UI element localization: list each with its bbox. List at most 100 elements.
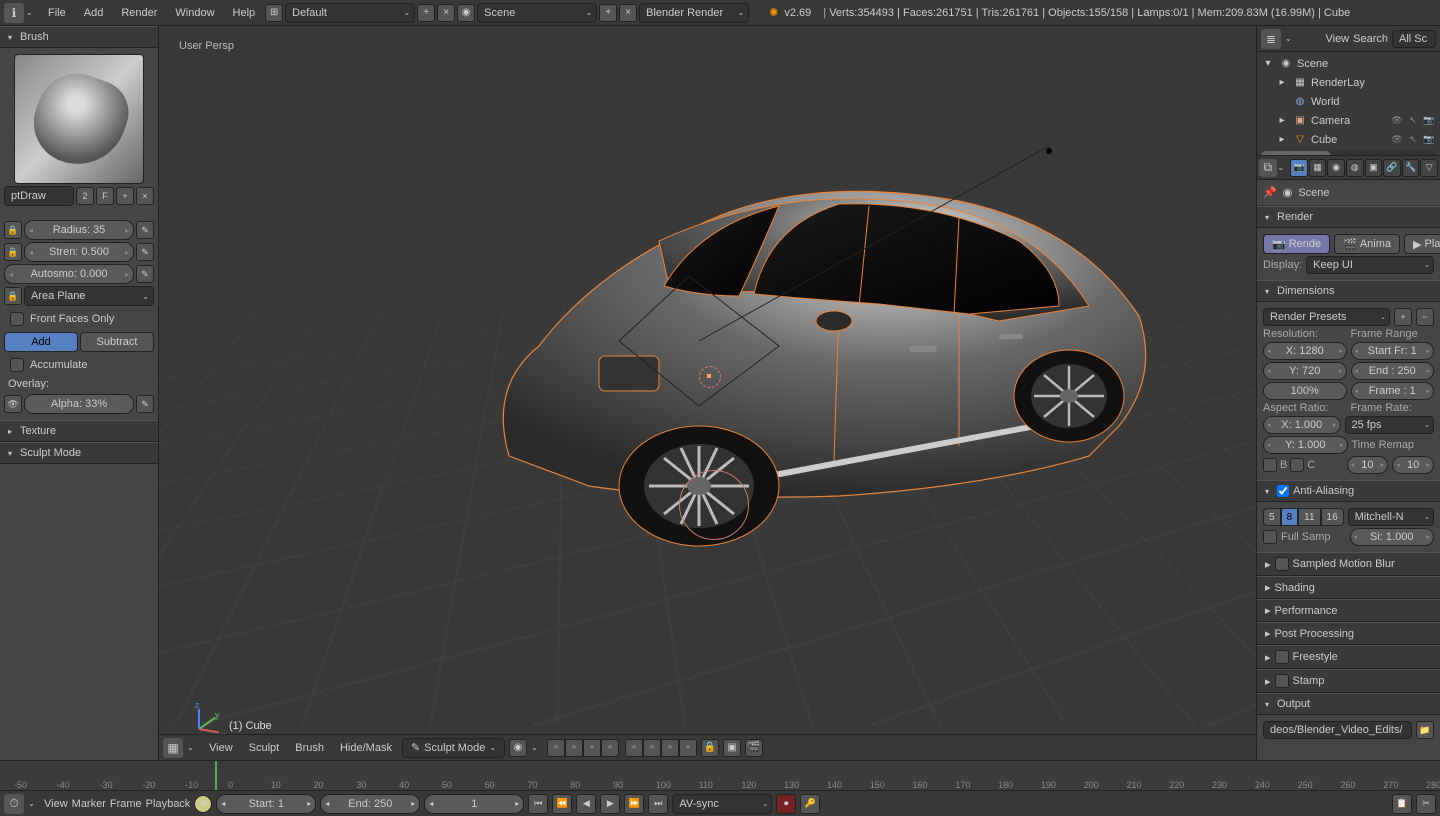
res-y-field[interactable]: ◂Y: 720▸ <box>1263 362 1347 380</box>
scene-select[interactable]: Scene⌄ <box>477 3 597 23</box>
output-browse-icon[interactable]: 📁 <box>1416 721 1434 739</box>
dimensions-panel-header[interactable]: ▾Dimensions <box>1257 280 1440 302</box>
framerate-select[interactable]: 25 fps⌄ <box>1345 416 1435 434</box>
tab-render[interactable]: 📷 <box>1290 159 1308 177</box>
animation-button[interactable]: 🎬Anima <box>1334 234 1400 254</box>
direction-add-button[interactable]: Add <box>4 332 78 352</box>
outliner-tree[interactable]: ▾◉Scene ▸▦RenderLay ◍World ▸▣Camera👁↖📷 ▸… <box>1257 52 1440 155</box>
brush-preview[interactable] <box>14 54 144 184</box>
brush-fake-user[interactable]: F <box>96 187 114 205</box>
tree-cube[interactable]: ▸▽Cube👁↖📷 <box>1257 130 1440 149</box>
tab-constraints[interactable]: 🔗 <box>1383 159 1401 177</box>
clapper-icon[interactable]: 🎬 <box>745 739 763 757</box>
menu-help[interactable]: Help <box>225 3 264 23</box>
eye-icon[interactable]: 👁 <box>1390 114 1404 128</box>
render-engine-select[interactable]: Blender Render⌄ <box>639 3 749 23</box>
strength-lock-icon[interactable]: 🔒 <box>4 243 22 261</box>
tab-world[interactable]: ◍ <box>1346 159 1364 177</box>
render-button[interactable]: 📷Rende <box>1263 234 1330 254</box>
current-frame-field[interactable]: ◂1▸ <box>424 794 524 814</box>
outliner-dropdown[interactable]: ⌄ <box>1285 34 1297 43</box>
autosmooth-pressure-icon[interactable]: ✎ <box>136 265 154 283</box>
aa-11-button[interactable]: 11 <box>1298 508 1320 526</box>
freestyle-checkbox[interactable] <box>1275 650 1289 664</box>
brush-users[interactable]: 2 <box>76 187 94 205</box>
start-frame-field[interactable]: ◂Start Fr: 1▸ <box>1351 342 1435 360</box>
tab-object[interactable]: ▣ <box>1365 159 1383 177</box>
sculpt-mode-panel-header[interactable]: ▾Sculpt Mode <box>0 442 158 464</box>
end-frame-field[interactable]: ◂End: 250▸ <box>320 794 420 814</box>
aspect-x-field[interactable]: ◂X: 1.000▸ <box>1263 416 1341 434</box>
sync-mode-select[interactable]: AV-sync⌄ <box>672 794 772 814</box>
menu-file[interactable]: File <box>40 3 74 23</box>
output-path-field[interactable]: deos/Blender_Video_Edits/ <box>1263 721 1412 739</box>
stamp-panel-header[interactable]: ▸Stamp <box>1257 669 1440 693</box>
viewport-editor-dropdown[interactable]: ⌄ <box>187 743 199 752</box>
aa-filter-select[interactable]: Mitchell-N⌄ <box>1348 508 1434 526</box>
texture-panel-header[interactable]: ▸Texture <box>0 420 158 442</box>
outliner-hscroll[interactable] <box>1261 151 1436 155</box>
accumulate-checkbox[interactable] <box>10 358 24 372</box>
use-preview-range-icon[interactable]: ⏺ <box>194 795 212 813</box>
performance-panel-header[interactable]: ▸Performance <box>1257 599 1440 622</box>
radius-lock-icon[interactable]: 🔒 <box>4 221 22 239</box>
shading-panel-header[interactable]: ▸Shading <box>1257 576 1440 599</box>
tree-world[interactable]: ◍World <box>1257 92 1440 111</box>
outliner-filter-select[interactable]: All Sc <box>1392 30 1436 48</box>
res-percent-field[interactable]: 100% <box>1263 382 1347 400</box>
render-presets-select[interactable]: Render Presets⌄ <box>1263 308 1390 326</box>
viewport-editor-icon[interactable]: ▦ <box>163 738 183 758</box>
remap-new-field[interactable]: ◂10▸ <box>1392 456 1434 474</box>
front-faces-checkbox[interactable] <box>10 312 24 326</box>
shading-dropdown[interactable]: ⌄ <box>531 743 543 752</box>
outliner-search-menu[interactable]: Search <box>1353 33 1388 45</box>
tl-menu-view[interactable]: View <box>44 798 68 810</box>
3d-viewport[interactable]: User Persp <box>159 26 1256 760</box>
vp-menu-sculpt[interactable]: Sculpt <box>243 742 286 754</box>
render-icon[interactable]: 📷 <box>1422 114 1436 128</box>
render-panel-header[interactable]: ▾Render <box>1257 206 1440 228</box>
autokey-record-icon[interactable]: ⏺ <box>776 794 796 814</box>
editor-type-dropdown[interactable]: ⌄ <box>26 8 38 17</box>
overlay-pen-icon[interactable]: ✎ <box>136 395 154 413</box>
copy-keyframes-icon[interactable]: 📋 <box>1392 794 1412 814</box>
brush-unlink[interactable]: × <box>136 187 154 205</box>
screen-layout-select[interactable]: Default⌄ <box>285 3 415 23</box>
aa-size-field[interactable]: ◂Si: 1.000▸ <box>1350 528 1435 546</box>
pin-icon[interactable]: 📌 <box>1263 186 1277 199</box>
lock-camera-icon[interactable]: 🔒 <box>701 739 719 757</box>
overlay-alpha-field[interactable]: Alpha: 33% <box>24 394 134 414</box>
overlay-view-icon[interactable]: 👁 <box>4 395 22 413</box>
mblur-checkbox[interactable] <box>1275 557 1289 571</box>
display-select[interactable]: Keep UI⌄ <box>1306 256 1434 274</box>
eye-icon[interactable]: 👁 <box>1390 133 1404 147</box>
plane-lock-icon[interactable]: 🔒 <box>4 287 22 305</box>
strength-field[interactable]: ◂Stren: 0.500▸ <box>24 242 134 262</box>
remap-old-field[interactable]: ◂10▸ <box>1347 456 1389 474</box>
vp-menu-view[interactable]: View <box>203 742 239 754</box>
frame-step-field[interactable]: ◂Frame : 1▸ <box>1351 382 1435 400</box>
aa-5-button[interactable]: 5 <box>1263 508 1281 526</box>
menu-window[interactable]: Window <box>167 3 222 23</box>
strength-pressure-icon[interactable]: ✎ <box>136 243 154 261</box>
scene-remove[interactable]: × <box>619 4 637 22</box>
jump-end-icon[interactable]: ⏭ <box>648 794 668 814</box>
vp-menu-brush[interactable]: Brush <box>289 742 330 754</box>
accumulate-toggle[interactable]: Accumulate <box>4 354 154 376</box>
jump-keyframe-back-icon[interactable]: ⏪ <box>552 794 572 814</box>
tab-renderlayers[interactable]: ▦ <box>1309 159 1327 177</box>
tl-menu-frame[interactable]: Frame <box>110 798 142 810</box>
tab-modifiers[interactable]: 🔧 <box>1402 159 1420 177</box>
preset-remove[interactable]: − <box>1416 308 1434 326</box>
crop-checkbox[interactable] <box>1290 458 1304 472</box>
motion-blur-panel-header[interactable]: ▸Sampled Motion Blur <box>1257 552 1440 576</box>
play-button[interactable]: ▶Play <box>1404 234 1440 254</box>
timeline-editor-dropdown[interactable]: ⌄ <box>28 799 40 808</box>
paste-keyframes-icon[interactable]: ✂ <box>1416 794 1436 814</box>
front-faces-toggle[interactable]: Front Faces Only <box>4 308 154 330</box>
radius-field[interactable]: ◂Radius: 35▸ <box>24 220 134 240</box>
outliner-view-menu[interactable]: View <box>1325 33 1349 45</box>
timeline-ruler[interactable]: -50-40-30-20-100102030405060708090100110… <box>0 761 1440 790</box>
radius-pressure-icon[interactable]: ✎ <box>136 221 154 239</box>
menu-add[interactable]: Add <box>76 3 112 23</box>
